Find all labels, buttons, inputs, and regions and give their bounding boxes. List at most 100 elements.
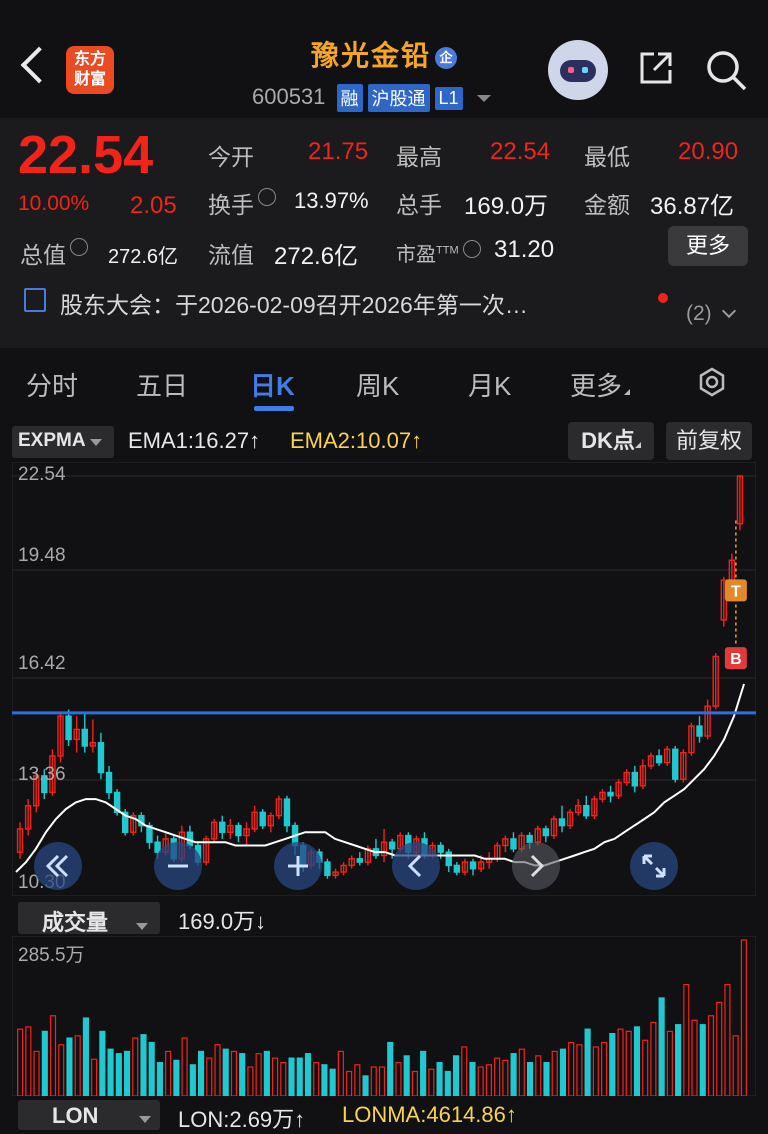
low-label: 最低 xyxy=(584,144,630,170)
more-button[interactable]: 更多 xyxy=(668,226,748,266)
enterprise-badge: 企 xyxy=(435,46,457,69)
candle-body xyxy=(65,715,72,741)
volume-bar xyxy=(304,1053,312,1096)
share-icon[interactable] xyxy=(636,48,676,88)
tab-more[interactable]: 更多 xyxy=(570,366,631,403)
volume-bar xyxy=(633,1026,641,1096)
volume-bar xyxy=(329,1068,336,1096)
scroll-left-fast-button[interactable] xyxy=(34,842,82,890)
candle-body xyxy=(356,858,363,863)
turnover-value: 13.97% xyxy=(294,188,369,213)
volume-bar xyxy=(189,1064,196,1096)
zoom-in-button[interactable] xyxy=(274,842,322,890)
candle-body xyxy=(97,741,105,774)
corner-caret-icon xyxy=(634,442,641,448)
high-label: 最高 xyxy=(396,144,442,170)
amount-value: 36.87亿 xyxy=(650,193,735,220)
fullscreen-button[interactable] xyxy=(630,842,678,890)
candle-body xyxy=(283,798,291,827)
corner-caret-icon xyxy=(624,389,631,395)
tab-intraday[interactable]: 分时 xyxy=(26,366,78,403)
volume-bar xyxy=(222,1048,229,1096)
notice-count[interactable]: (2) xyxy=(686,302,736,326)
ema1-readout: EMA1:16.27↑ xyxy=(128,428,261,453)
caret-down-icon xyxy=(138,1116,151,1123)
pe-value: 31.20 xyxy=(494,236,555,263)
candle-body xyxy=(105,771,113,794)
volume-bar xyxy=(403,1055,410,1096)
unread-dot xyxy=(658,293,668,303)
volume-bar xyxy=(173,1059,180,1096)
stock-name: 豫光金铅 xyxy=(310,40,431,71)
tab-monthly-k[interactable]: 月K xyxy=(468,366,511,403)
search-icon[interactable] xyxy=(704,48,748,92)
volume-chart[interactable] xyxy=(12,936,756,1096)
volume-bar xyxy=(609,1032,616,1096)
candle-body xyxy=(445,851,452,867)
volume-bar xyxy=(321,1064,328,1096)
tab-weekly-k[interactable]: 周K xyxy=(356,366,399,403)
candlestick-chart[interactable]: TB xyxy=(12,462,756,896)
caret-down-icon xyxy=(90,439,103,446)
candle-body xyxy=(542,828,550,837)
open-label: 今开 xyxy=(208,144,254,170)
tag-connect: 沪股通 xyxy=(367,84,430,113)
tab-daily-k[interactable]: 日K xyxy=(250,366,295,403)
info-icon[interactable] xyxy=(70,238,88,256)
scroll-right-button[interactable] xyxy=(512,842,560,890)
volume-bar xyxy=(699,1024,706,1096)
candle-body xyxy=(631,771,639,787)
amount-label: 金额 xyxy=(584,192,630,218)
volume-name[interactable]: 成交量 xyxy=(42,905,149,937)
volume-bar xyxy=(66,1037,73,1096)
candle-body xyxy=(696,725,703,737)
volume-bar xyxy=(420,1050,427,1096)
zoom-out-button[interactable] xyxy=(154,842,202,890)
dk-point-button[interactable]: DK点 xyxy=(568,422,654,460)
volume-bar xyxy=(41,1030,48,1096)
volume-bar xyxy=(362,1075,369,1096)
volume-bar xyxy=(140,1034,147,1096)
scroll-left-button[interactable] xyxy=(392,842,440,890)
gear-icon[interactable] xyxy=(696,366,728,398)
volume-bar xyxy=(469,1061,476,1096)
change-amount: 2.05 xyxy=(130,192,177,219)
minus-icon xyxy=(168,864,188,868)
info-icon[interactable] xyxy=(462,240,481,258)
lonma-readout: LONMA:4614.86↑ xyxy=(342,1102,517,1127)
volume-bar xyxy=(115,1053,122,1096)
double-chevron-left-icon xyxy=(45,854,69,878)
stock-subtitle[interactable]: 600531 融沪股通 L1 xyxy=(252,84,491,113)
volume-bar xyxy=(510,1053,517,1096)
candle-body xyxy=(324,861,331,877)
volume-max-label: 285.5万 xyxy=(18,945,85,966)
tab-five-day[interactable]: 五日 xyxy=(136,366,188,403)
info-icon[interactable] xyxy=(258,188,276,206)
chevron-down-icon[interactable] xyxy=(721,303,736,319)
volume-value: 169.0万 xyxy=(464,193,549,220)
tag-level: L1 xyxy=(434,86,463,110)
volume-bar xyxy=(288,1057,295,1096)
mktcap-value: 272.6亿 xyxy=(108,246,179,268)
candle-body xyxy=(672,748,679,780)
robot-face xyxy=(560,60,596,82)
candle-body xyxy=(235,824,242,837)
ema2-readout: EMA2:10.07↑ xyxy=(290,428,423,453)
turnover-label: 换手 xyxy=(208,186,276,220)
volume-readout: 169.0万↓ xyxy=(178,909,267,934)
tag-margin: 融 xyxy=(336,84,363,113)
pe-label: 市盈TTM xyxy=(396,238,481,267)
volume-bar xyxy=(675,1024,682,1096)
lon-name[interactable]: LON xyxy=(52,1103,151,1129)
volume-bar xyxy=(526,1061,534,1096)
indicator-name[interactable]: EXPMA xyxy=(18,430,103,452)
notice-text[interactable]: 股东大会：于2026-02-09召开2026年第一次… xyxy=(60,286,528,320)
volume-bar xyxy=(436,1061,443,1096)
volume-bar xyxy=(263,1050,270,1096)
expand-icon xyxy=(642,854,666,878)
caret-down-icon[interactable] xyxy=(476,94,491,102)
volume-label: 总手 xyxy=(396,192,442,218)
volume-bar xyxy=(107,1048,114,1096)
adjust-button[interactable]: 前复权 xyxy=(666,422,752,460)
candle-body xyxy=(469,861,477,870)
